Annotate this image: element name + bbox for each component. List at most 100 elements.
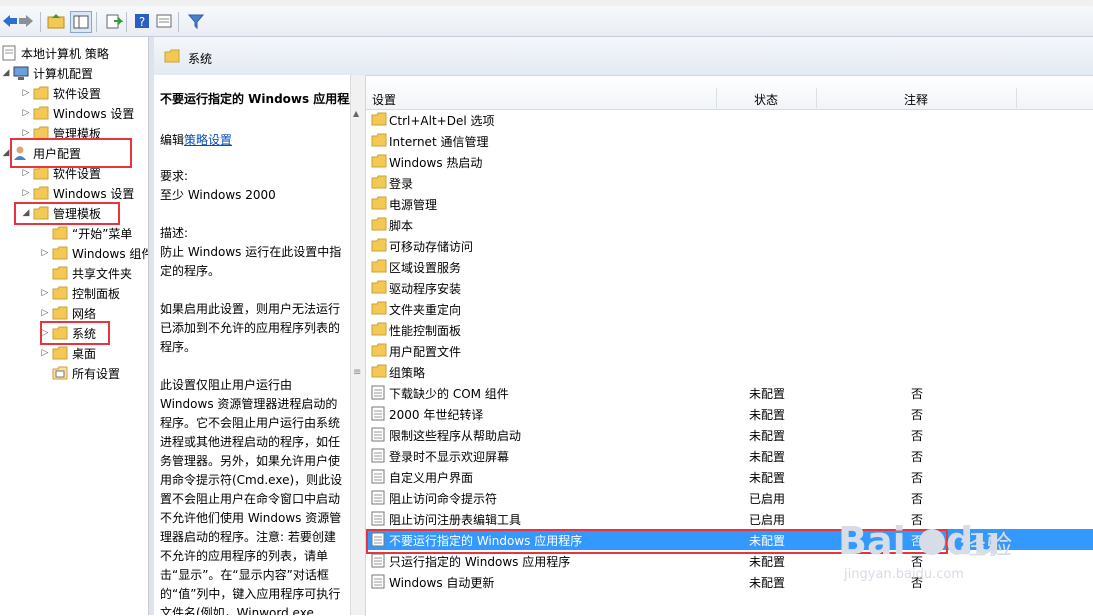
up-folder-icon[interactable] <box>46 11 66 31</box>
list-setting-row[interactable]: 登录时不显示欢迎屏幕 未配置 否 <box>366 445 1093 466</box>
expand-arrow-icon[interactable]: ▷ <box>20 168 32 178</box>
folder-icon <box>51 265 69 281</box>
row-name: 自定义用户界面 <box>389 471 474 485</box>
folder-icon <box>371 322 387 337</box>
expand-arrow-icon[interactable]: ▷ <box>39 308 51 318</box>
list-folder-row[interactable]: 脚本 <box>366 214 1093 235</box>
list-folder-row[interactable]: Windows 热启动 <box>366 151 1093 172</box>
description-text-2: 如果启用此设置，则用户无法运行已添加到不允许的应用程序列表的程序。 <box>160 302 341 354</box>
row-state: 已启用 <box>749 513 786 527</box>
list-folder-row[interactable]: 可移动存储访问 <box>366 235 1093 256</box>
folder-icon <box>164 49 180 66</box>
row-comment: 否 <box>911 471 924 485</box>
show-hide-tree-icon[interactable] <box>70 11 92 33</box>
tree-item-windows-settings[interactable]: ▷ Windows 设置 <box>20 103 134 123</box>
column-header-state[interactable]: 状态 <box>754 91 778 108</box>
row-name: 驱动程序安装 <box>389 282 462 296</box>
row-name: Ctrl+Alt+Del 选项 <box>389 114 495 128</box>
list-folder-row[interactable]: 区域设置服务 <box>366 256 1093 277</box>
folder-icon <box>371 364 387 379</box>
description-text-3: 此设置仅阻止用户运行由 Windows 资源管理器进程启动的程序。它不会阻止用户… <box>160 378 343 615</box>
scroll-up-icon[interactable]: ▲ <box>353 109 359 118</box>
expand-arrow-icon[interactable]: ▷ <box>39 248 51 258</box>
tree-item-user-windows-settings[interactable]: ▷ Windows 设置 <box>20 183 134 203</box>
content-title: 系统 <box>188 52 213 66</box>
description-pane: 不要运行指定的 Windows 应用程序 编辑策略设置 要求: 至少 Windo… <box>154 75 350 615</box>
row-state: 未配置 <box>749 450 786 464</box>
expand-arrow-icon[interactable]: ▷ <box>20 108 32 118</box>
column-header-comment[interactable]: 注释 <box>904 91 928 108</box>
requirement-value: 至少 Windows 2000 <box>160 188 276 202</box>
policy-setting-icon <box>371 406 387 421</box>
tree-item-desktop[interactable]: ▷ 桌面 <box>39 343 96 363</box>
row-name: 登录 <box>389 177 414 191</box>
tree-item-windows-components[interactable]: ▷ Windows 组件 <box>39 243 148 263</box>
list-folder-row[interactable]: 文件夹重定向 <box>366 298 1093 319</box>
list-folder-row[interactable]: 性能控制面板 <box>366 319 1093 340</box>
column-header-setting[interactable]: 设置 <box>372 91 396 108</box>
expand-arrow-icon[interactable]: ▷ <box>20 128 32 138</box>
scroll-grip-icon[interactable]: ≡ <box>353 367 361 378</box>
list-folder-row[interactable]: 组策略 <box>366 361 1093 382</box>
description-text-1: 防止 Windows 运行在此设置中指定的程序。 <box>160 245 342 278</box>
expand-arrow-icon[interactable]: ▷ <box>39 288 51 298</box>
edit-policy-link[interactable]: 策略设置 <box>184 133 232 147</box>
row-comment: 否 <box>911 429 924 443</box>
list-folder-row[interactable]: 电源管理 <box>366 193 1093 214</box>
expand-arrow-icon[interactable]: ▷ <box>39 348 51 358</box>
tree-item-software-settings[interactable]: ▷ 软件设置 <box>20 83 101 103</box>
tree-item-start-menu[interactable]: “开始”菜单 <box>39 223 132 243</box>
folder-icon <box>371 133 387 148</box>
row-name: Windows 热启动 <box>389 156 483 170</box>
expand-arrow-icon[interactable]: ▷ <box>20 188 32 198</box>
tree-item-network[interactable]: ▷ 网络 <box>39 303 96 323</box>
forward-arrow-icon[interactable] <box>16 11 36 31</box>
folder-icon <box>371 175 387 190</box>
list-setting-row[interactable]: 限制这些程序从帮助启动 未配置 否 <box>366 424 1093 445</box>
tree-item-control-panel[interactable]: ▷ 控制面板 <box>39 283 120 303</box>
collapse-arrow-icon[interactable]: ◢ <box>0 68 12 78</box>
list-folder-row[interactable]: Internet 通信管理 <box>366 130 1093 151</box>
tree-item-shared-folders[interactable]: 共享文件夹 <box>39 263 132 283</box>
help-icon[interactable]: ? <box>132 11 152 31</box>
row-name: 只运行指定的 Windows 应用程序 <box>389 555 571 569</box>
policy-setting-icon <box>371 469 387 484</box>
row-name: 限制这些程序从帮助启动 <box>389 429 522 443</box>
folder-icon <box>371 238 387 253</box>
export-list-icon[interactable] <box>104 11 124 31</box>
expand-arrow-icon[interactable]: ▷ <box>20 88 32 98</box>
tree-item-all-settings[interactable]: 所有设置 <box>39 363 120 383</box>
list-setting-row[interactable]: 下载缺少的 COM 组件 未配置 否 <box>366 382 1093 403</box>
tree-item-local-policy[interactable]: 本地计算机 策略 <box>0 43 109 63</box>
list-folder-row[interactable]: 登录 <box>366 172 1093 193</box>
folder-icon <box>51 245 69 261</box>
list-setting-row[interactable]: 2000 年世纪转译 未配置 否 <box>366 403 1093 424</box>
row-name: 脚本 <box>389 219 414 233</box>
list-setting-row[interactable]: 自定义用户界面 未配置 否 <box>366 466 1093 487</box>
list-folder-row[interactable]: Ctrl+Alt+Del 选项 <box>366 109 1093 130</box>
folder-icon <box>371 196 387 211</box>
properties-icon[interactable] <box>154 11 174 31</box>
filter-icon[interactable] <box>186 11 206 31</box>
folder-icon <box>371 112 387 127</box>
policy-setting-icon <box>371 448 387 463</box>
policy-setting-icon <box>371 553 387 568</box>
list-setting-row[interactable]: 阻止访问命令提示符 已启用 否 <box>366 487 1093 508</box>
highlight-box <box>10 138 132 168</box>
row-name: 登录时不显示欢迎屏幕 <box>389 450 510 464</box>
tree-item-computer-config[interactable]: ◢ 计算机配置 <box>0 63 93 83</box>
folder-icon <box>51 345 69 361</box>
folder-icon <box>32 185 50 201</box>
row-comment: 否 <box>911 450 924 464</box>
row-state: 未配置 <box>749 429 786 443</box>
description-scrollbar[interactable]: ▲ ≡ <box>350 75 365 615</box>
highlight-box <box>40 321 110 345</box>
list-folder-row[interactable]: 用户配置文件 <box>366 340 1093 361</box>
policy-setting-icon <box>371 427 387 442</box>
baidu-watermark: Bai du 经验 jingyan.baidu.com <box>838 519 1048 593</box>
row-state: 已启用 <box>749 492 786 506</box>
folder-icon <box>371 280 387 295</box>
row-name: 阻止访问注册表编辑工具 <box>389 513 522 527</box>
folder-icon <box>51 305 69 321</box>
list-folder-row[interactable]: 驱动程序安装 <box>366 277 1093 298</box>
